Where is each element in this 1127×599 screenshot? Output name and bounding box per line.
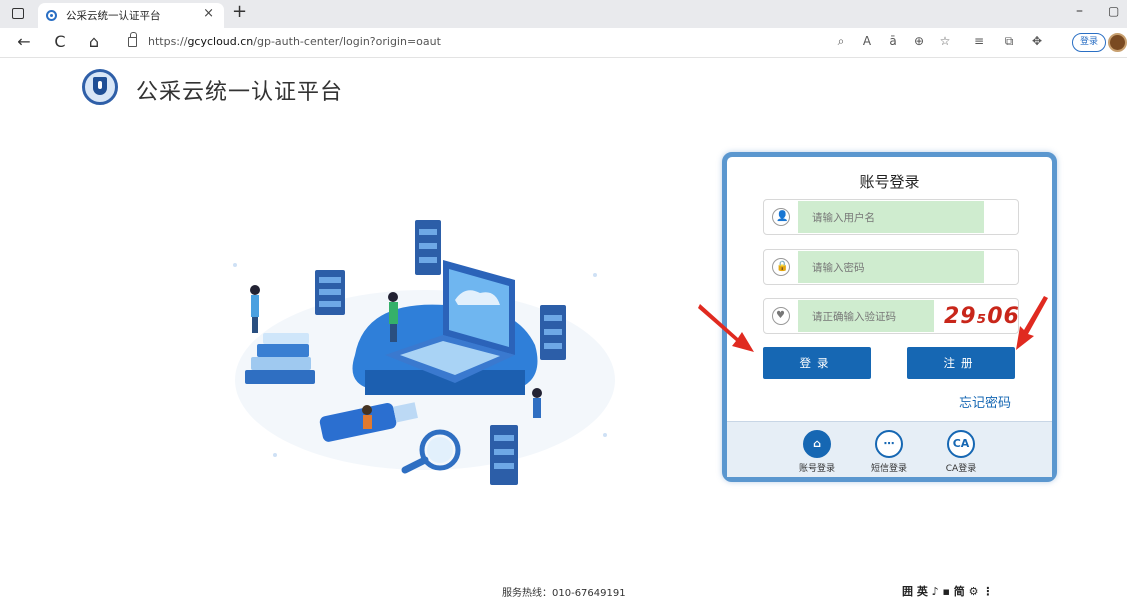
favorites-list-icon[interactable]: ≡ (970, 34, 988, 48)
service-hotline: 服务热线：010-67649191 (502, 588, 626, 599)
translate-icon[interactable]: ā (884, 34, 902, 48)
browser-tab-bar: 公采云统一认证平台 × + – ▢ (0, 0, 1127, 28)
captcha-code: 29₅06 (944, 304, 1020, 329)
url-field[interactable]: https://gcycloud.cn/gp-auth-center/login… (148, 35, 441, 48)
url-scheme: https:// (148, 35, 188, 48)
ca-icon: CA (947, 430, 975, 458)
url-path: /gp-auth-center/login?origin=oaut (253, 35, 441, 48)
login-panel-title: 账号登录 (859, 173, 920, 191)
ime-toolbar[interactable]: 囲 英 ♪ ▪ 简 ⚙ ⋮ (902, 583, 993, 599)
password-placeholder: 请输入密码 (812, 262, 865, 274)
username-field[interactable]: 👤 请输入用户名 (763, 199, 1019, 235)
extensions-icon[interactable]: ✥ (1028, 34, 1046, 48)
captcha-placeholder: 请正确输入验证码 (812, 311, 896, 323)
tab-close-icon[interactable]: × (203, 6, 214, 21)
search-icon[interactable]: ⌕ (832, 34, 850, 49)
captcha-image[interactable]: 29₅06 (936, 302, 1020, 330)
annotation-arrow-left (698, 304, 754, 352)
address-bar-row: ← C ⌂ https://gcycloud.cn/gp-auth-center… (0, 28, 1127, 58)
password-field[interactable]: 🔒 请输入密码 (763, 249, 1019, 285)
ca-login-option[interactable]: CA CA登录 (931, 430, 991, 474)
back-icon[interactable]: ← (14, 32, 34, 51)
shield-icon: ♥ (772, 307, 790, 325)
reload-icon[interactable]: C (50, 32, 70, 51)
login-button[interactable]: 登录 (763, 347, 871, 379)
read-aloud-icon[interactable]: A (858, 34, 876, 48)
lock-icon[interactable] (128, 32, 137, 47)
account-login-label: 账号登录 (798, 464, 835, 474)
maximize-icon[interactable]: ▢ (1108, 4, 1119, 18)
site-title: 公采云统一认证平台 (136, 80, 344, 105)
login-panel: 账号登录 👤 请输入用户名 🔒 请输入密码 ♥ 请正确输入验证码 29₅06 登… (722, 152, 1057, 482)
lock-icon: ⌂ (803, 430, 831, 458)
forgot-password-link[interactable]: 忘记密码 (959, 392, 1011, 411)
tab-actions-icon[interactable] (12, 8, 24, 19)
minimize-icon[interactable]: – (1076, 3, 1083, 19)
tab-title: 公采云统一认证平台 (66, 10, 161, 22)
url-host: gcycloud.cn (187, 35, 254, 48)
captcha-field[interactable]: ♥ 请正确输入验证码 29₅06 (763, 298, 1019, 334)
lock-icon: 🔒 (772, 258, 790, 276)
user-icon: 👤 (772, 208, 790, 226)
ca-login-label: CA登录 (945, 464, 977, 474)
annotation-arrow-right (1016, 296, 1048, 350)
login-method-bar: ⌂ 账号登录 ⋯ 短信登录 CA CA登录 (727, 421, 1052, 477)
message-icon: ⋯ (875, 430, 903, 458)
home-icon[interactable]: ⌂ (84, 32, 104, 51)
username-placeholder: 请输入用户名 (812, 212, 875, 224)
browser-tab[interactable]: 公采云统一认证平台 × (38, 3, 224, 28)
favorite-icon[interactable]: ☆ (936, 34, 954, 48)
profile-avatar[interactable] (1108, 33, 1127, 52)
new-tab-icon[interactable]: + (232, 1, 247, 22)
browser-sign-in-button[interactable]: 登录 (1072, 33, 1106, 52)
register-button[interactable]: 注册 (907, 347, 1015, 379)
sms-login-label: 短信登录 (870, 464, 907, 474)
account-login-option[interactable]: ⌂ 账号登录 (787, 430, 847, 474)
sms-login-option[interactable]: ⋯ 短信登录 (859, 430, 919, 474)
site-logo (82, 69, 118, 105)
cloud-platform-illustration (233, 220, 615, 485)
collections-icon[interactable]: ⧉ (1000, 34, 1018, 49)
site-favicon-icon (46, 10, 57, 21)
zoom-icon[interactable]: ⊕ (910, 34, 928, 48)
